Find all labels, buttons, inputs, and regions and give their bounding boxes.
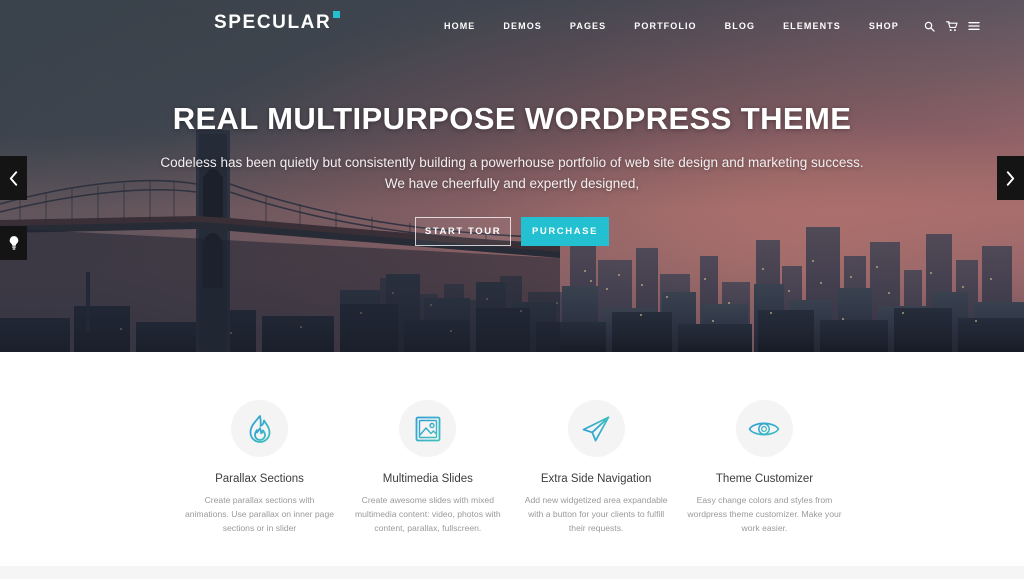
- feature-icon-circle: [231, 400, 288, 457]
- features-section: Parallax Sections Create parallax sectio…: [0, 352, 1024, 566]
- feature-description: Easy change colors and styles from wordp…: [687, 495, 842, 534]
- site-logo[interactable]: SPECULAR: [214, 10, 341, 34]
- feature-multimedia-slides: Multimedia Slides Create awesome slides …: [350, 400, 505, 566]
- search-icon[interactable]: [919, 18, 941, 34]
- footer-band: [0, 566, 1024, 579]
- hero-title: REAL MULTIPURPOSE WORDPRESS THEME: [172, 101, 852, 136]
- feature-description: Add new widgetized area expandable with …: [524, 495, 668, 534]
- hero-button-group: START TOUR PURCHASE: [0, 217, 1024, 247]
- hero-subtitle-line-2: We have cheerfully and expertly designed…: [384, 176, 640, 192]
- hero-subtitle-line-1: Codeless has been quietly but consistent…: [160, 155, 864, 171]
- header-icon-group: [919, 18, 985, 34]
- nav-item-shop[interactable]: SHOP: [855, 21, 913, 31]
- nav-item-elements[interactable]: ELEMENTS: [769, 21, 855, 31]
- nav-item-home[interactable]: HOME: [430, 21, 489, 31]
- feature-title: Multimedia Slides: [382, 473, 473, 485]
- feature-title: Extra Side Navigation: [540, 473, 652, 485]
- feature-icon-circle: [567, 400, 625, 457]
- feature-title: Parallax Sections: [215, 473, 304, 485]
- feature-title: Theme Customizer: [715, 473, 814, 485]
- flame-icon: [249, 414, 270, 443]
- logo-accent-square: [333, 10, 341, 18]
- nav-item-demos[interactable]: DEMOS: [489, 21, 556, 31]
- slider-lightbulb-button[interactable]: [0, 226, 27, 260]
- chevron-right-icon: [1006, 170, 1015, 186]
- hero-slider: SPECULAR HOME DEMOS PAGES PORTFOLIO BLOG…: [0, 0, 1024, 352]
- slider-next-arrow[interactable]: [997, 156, 1024, 200]
- nav-item-pages[interactable]: PAGES: [556, 21, 620, 31]
- start-tour-button[interactable]: START TOUR: [415, 217, 511, 247]
- feature-parallax-sections: Parallax Sections Create parallax sectio…: [182, 400, 337, 566]
- feature-icon-circle: [399, 400, 457, 457]
- hamburger-menu-icon[interactable]: [963, 18, 985, 34]
- chevron-left-icon: [9, 170, 18, 186]
- cart-icon[interactable]: [941, 18, 963, 34]
- lightbulb-icon: [9, 236, 18, 250]
- slider-prev-arrow[interactable]: [0, 156, 27, 200]
- paper-plane-icon: [582, 415, 610, 441]
- site-header: SPECULAR HOME DEMOS PAGES PORTFOLIO BLOG…: [0, 0, 1024, 48]
- purchase-button[interactable]: PURCHASE: [521, 217, 609, 247]
- page-root: SPECULAR HOME DEMOS PAGES PORTFOLIO BLOG…: [0, 0, 1024, 579]
- image-icon: [415, 416, 441, 441]
- nav-item-blog[interactable]: BLOG: [711, 21, 769, 31]
- nav-item-portfolio[interactable]: PORTFOLIO: [620, 21, 710, 31]
- feature-extra-side-navigation: Extra Side Navigation Add new widgetized…: [519, 400, 674, 566]
- feature-theme-customizer: Theme Customizer Easy change colors and …: [687, 400, 842, 566]
- logo-text: SPECULAR: [214, 12, 332, 33]
- feature-description: Create awesome slides with mixed multime…: [354, 495, 501, 534]
- eye-icon: [749, 422, 780, 435]
- hero-content: REAL MULTIPURPOSE WORDPRESS THEME Codele…: [0, 100, 1024, 247]
- main-navigation: HOME DEMOS PAGES PORTFOLIO BLOG ELEMENTS…: [430, 18, 985, 34]
- features-grid: Parallax Sections Create parallax sectio…: [182, 400, 842, 566]
- feature-description: Create parallax sections with animations…: [184, 495, 335, 534]
- feature-icon-circle: [735, 400, 793, 457]
